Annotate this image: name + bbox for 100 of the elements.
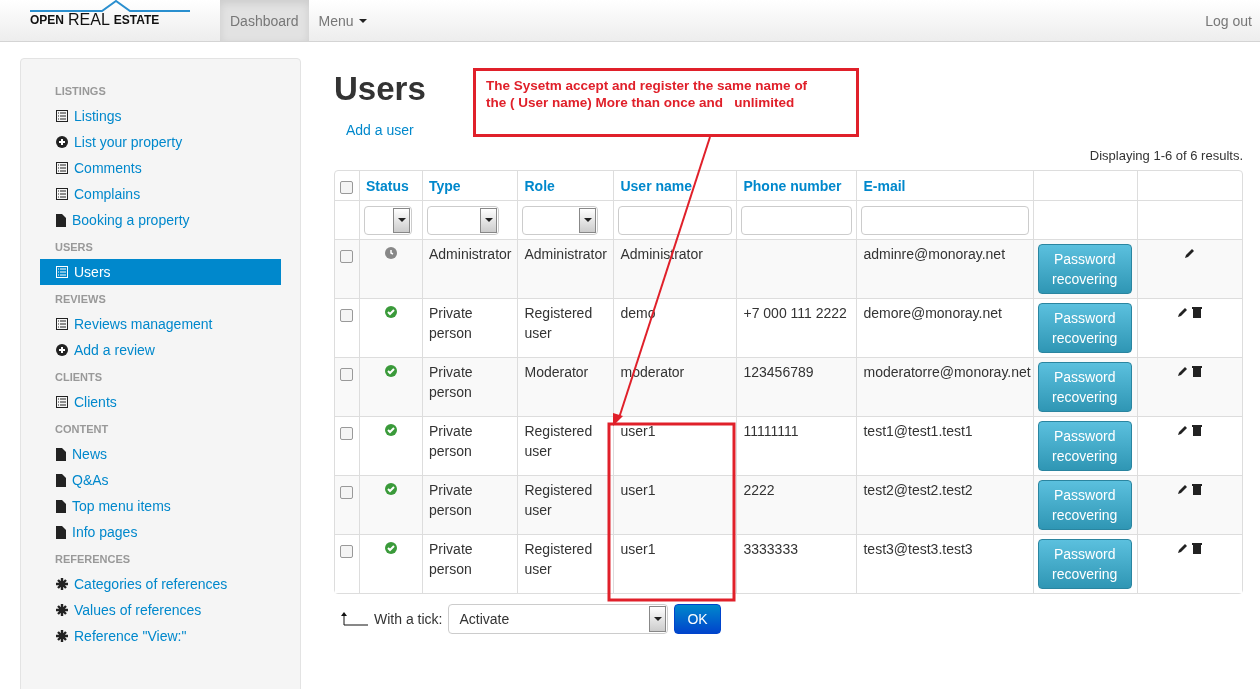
sidebar-item[interactable]: Comments	[40, 155, 281, 181]
table-cell: +7 000 111 2222	[743, 305, 847, 321]
column-header[interactable]: E-mail	[863, 177, 906, 194]
password-recovery-button[interactable]: Password recovering	[1037, 539, 1132, 589]
table-cell: adminre@monoray.net	[863, 246, 1006, 262]
filter-select[interactable]	[522, 205, 599, 235]
trash-icon[interactable]	[1192, 365, 1203, 377]
table-cell: moderatorre@monoray.net	[863, 364, 1031, 380]
plus-circle-icon	[56, 344, 68, 356]
sidebar-item[interactable]: Q&As	[40, 467, 281, 493]
row-checkbox[interactable]	[340, 368, 353, 381]
table-cell: test2@test2.test2	[863, 482, 973, 498]
sidebar-item[interactable]: Values of references	[40, 597, 281, 623]
table-cell: Private person	[429, 423, 473, 459]
logout-link[interactable]: Log out	[1197, 0, 1260, 41]
row-checkbox[interactable]	[340, 545, 353, 558]
file-icon	[56, 525, 66, 539]
asterisk-icon	[56, 604, 68, 616]
sidebar-item[interactable]: Clients	[40, 389, 281, 415]
column-header[interactable]: Role	[524, 177, 555, 194]
pencil-icon[interactable]	[1177, 424, 1190, 436]
sidebar-item[interactable]: Users	[40, 259, 281, 285]
ok-button[interactable]: OK	[674, 604, 721, 634]
filter-input[interactable]	[618, 205, 733, 235]
row-checkbox[interactable]	[340, 309, 353, 322]
file-icon	[56, 213, 66, 227]
add-user-link[interactable]: Add a user	[346, 122, 414, 138]
table-cell: Private person	[429, 482, 473, 518]
bulk-action-select[interactable]: Activate	[448, 604, 669, 634]
section-title: CLIENTS	[54, 371, 104, 385]
trash-icon[interactable]	[1192, 424, 1203, 436]
file-icon	[56, 499, 66, 513]
column-header[interactable]: Type	[429, 177, 461, 194]
nav-item[interactable]: Menu	[308, 0, 377, 41]
page-title: Users	[334, 70, 426, 108]
section-title: CONTENT	[54, 423, 110, 437]
sidebar-item[interactable]: Reviews management	[40, 311, 281, 337]
sidebar-item[interactable]: Listings	[40, 103, 281, 129]
trash-icon[interactable]	[1192, 306, 1203, 318]
sidebar-item[interactable]: Top menu items	[40, 493, 281, 519]
sidebar-item[interactable]: Info pages	[40, 519, 281, 545]
sidebar-item[interactable]: Booking a property	[40, 207, 281, 233]
table-cell: user1	[620, 541, 656, 557]
password-recovery-button[interactable]: Password recovering	[1037, 303, 1132, 353]
logo[interactable]: OPEN REAL ESTATE	[30, 0, 190, 41]
list-icon	[56, 396, 68, 408]
row-checkbox[interactable]	[340, 250, 353, 263]
sidebar-item[interactable]: Add a review	[40, 337, 281, 363]
table-cell: user1	[620, 482, 656, 498]
sidebar-item[interactable]: Complains	[40, 181, 281, 207]
caret-icon	[653, 617, 662, 621]
section-title: LISTINGS	[54, 85, 107, 99]
logo-text: OPEN	[30, 13, 64, 27]
password-recovery-button[interactable]: Password recovering	[1037, 362, 1132, 412]
file-icon	[56, 473, 66, 487]
password-recovery-button[interactable]: Password recovering	[1037, 480, 1132, 530]
asterisk-icon	[56, 578, 68, 590]
row-checkbox[interactable]	[340, 427, 353, 440]
password-recovery-button[interactable]: Password recovering	[1037, 244, 1132, 294]
row-checkbox[interactable]	[340, 486, 353, 499]
sidebar-item[interactable]: Reference "View:"	[40, 623, 281, 649]
filter-input[interactable]	[861, 205, 1029, 235]
sidebar-item[interactable]: News	[40, 441, 281, 467]
nav-item[interactable]: Dashboard	[220, 0, 309, 41]
column-header[interactable]: Phone number	[743, 177, 842, 194]
table-cell: test3@test3.test3	[863, 541, 973, 557]
trash-icon[interactable]	[1192, 542, 1203, 554]
table-cell: Registered user	[524, 541, 593, 577]
table-cell: Registered user	[524, 423, 593, 459]
corner-arrow-icon	[340, 612, 368, 626]
pencil-icon[interactable]	[1177, 483, 1190, 495]
annotation-note: The Sysetm accept and register the same name of the ( User name) More than once and unlimited	[473, 68, 859, 137]
filter-input[interactable]	[741, 205, 853, 235]
asterisk-icon	[56, 630, 68, 642]
section-title: REVIEWS	[54, 293, 107, 307]
caret-icon	[583, 218, 592, 222]
file-icon	[56, 447, 66, 461]
pencil-icon[interactable]	[1177, 306, 1190, 318]
filter-select[interactable]	[427, 205, 499, 235]
pencil-icon[interactable]	[1177, 542, 1190, 554]
password-recovery-button[interactable]: Password recovering	[1037, 421, 1132, 471]
table-cell: Private person	[429, 364, 473, 400]
plus-circle-icon	[56, 136, 68, 148]
list-icon	[56, 110, 68, 122]
sidebar-item[interactable]: List your property	[40, 129, 281, 155]
table-cell: Private person	[429, 305, 473, 341]
trash-icon[interactable]	[1192, 483, 1203, 495]
filter-select[interactable]	[364, 205, 412, 235]
table-cell: 2222	[743, 482, 775, 498]
list-icon	[56, 266, 68, 278]
sidebar-item[interactable]: Categories of references	[40, 571, 281, 597]
bulk-action-label: With a tick:	[374, 611, 443, 627]
column-header[interactable]: User name	[620, 177, 693, 194]
list-icon	[56, 318, 68, 330]
list-icon	[56, 162, 68, 174]
table-cell: Registered user	[524, 305, 593, 341]
pencil-icon[interactable]	[1177, 365, 1190, 377]
pencil-icon[interactable]	[1183, 247, 1196, 259]
column-header[interactable]: Status	[366, 177, 409, 194]
select-all-checkbox[interactable]	[340, 180, 353, 194]
